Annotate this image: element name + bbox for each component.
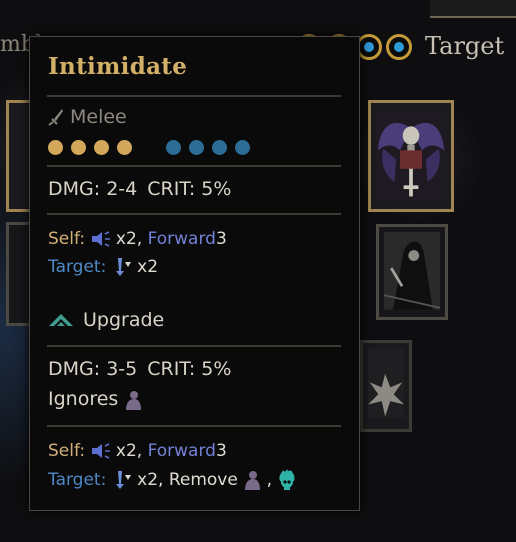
upgrade-chevron-icon	[49, 314, 73, 326]
base-target-effect: Target: x2	[48, 257, 158, 277]
background-banner	[430, 0, 516, 18]
upgraded-crit: CRIT: 5%	[147, 358, 232, 380]
ignores-label: Ignores	[48, 388, 119, 410]
divider	[47, 425, 341, 427]
debuff-arrow-icon	[115, 471, 131, 489]
base-dmg: DMG: 2-4	[48, 178, 138, 200]
divider	[47, 165, 341, 167]
skill-portrait[interactable]	[376, 224, 448, 320]
effect-separator: ,	[266, 470, 273, 490]
stealth-shout-icon	[91, 231, 110, 247]
upgraded-dmg: DMG: 3-5	[48, 358, 138, 380]
upgraded-self-effect: Self: x2, Forward3	[48, 441, 227, 461]
divider	[47, 95, 341, 97]
dagger-icon	[48, 109, 63, 126]
target-debuff-amount: x2	[137, 257, 159, 277]
target-effect-label: Target:	[48, 257, 107, 277]
skull-flame-icon	[279, 469, 295, 490]
rank-position-dot	[117, 140, 132, 155]
self-forward-label: Forward	[147, 229, 216, 249]
upgraded-target-effect: Target: x2, Remove ,	[48, 469, 297, 491]
target-position-dot	[189, 140, 204, 155]
upgraded-stats: DMG: 3-5 CRIT: 5%	[48, 358, 231, 380]
rank-position-dot	[94, 140, 109, 155]
debuff-arrow-icon	[115, 258, 131, 276]
base-stats: DMG: 2-4 CRIT: 5%	[48, 178, 231, 200]
self-stealth-amount: x2,	[115, 229, 143, 249]
target-position-dot	[166, 140, 181, 155]
guard-figure-icon	[245, 471, 261, 490]
target-position-ring-4[interactable]	[386, 34, 412, 60]
upgraded-ignores: Ignores	[48, 388, 142, 410]
skill-portrait[interactable]	[360, 340, 412, 432]
divider	[47, 213, 341, 215]
target-position-dot	[212, 140, 227, 155]
divider	[47, 345, 341, 347]
skill-tooltip: Intimidate Melee DMG: 2-4 CRIT: 5% Self: …	[29, 36, 360, 511]
impact-burst-icon	[368, 348, 404, 419]
base-crit: CRIT: 5%	[147, 178, 232, 200]
self-label: Self:	[48, 441, 86, 461]
skill-type-row: Melee	[48, 106, 127, 128]
skill-title: Intimidate	[48, 53, 188, 80]
target-effect-label: Target:	[48, 470, 107, 490]
self-label: Self:	[48, 229, 86, 249]
stealth-shout-icon	[91, 443, 110, 459]
upgrade-label: Upgrade	[83, 309, 165, 331]
rank-position-dot	[71, 140, 86, 155]
skill-portrait-selected[interactable]	[368, 100, 454, 212]
hooded-figure-icon	[384, 232, 440, 310]
winged-skeleton-icon	[376, 108, 446, 202]
self-stealth-amount: x2,	[115, 441, 143, 461]
guard-figure-icon	[126, 390, 142, 410]
rank-position-dot	[48, 140, 63, 155]
target-label: Target	[425, 32, 505, 60]
base-self-effect: Self: x2, Forward3	[48, 229, 227, 249]
position-indicator	[48, 140, 258, 155]
self-forward-amount: 3	[215, 441, 227, 461]
target-position-dot	[235, 140, 250, 155]
upgrade-header: Upgrade	[48, 309, 164, 331]
self-forward-label: Forward	[147, 441, 216, 461]
skill-type-label: Melee	[70, 106, 127, 128]
self-forward-amount: 3	[215, 229, 227, 249]
target-debuff-amount: x2, Remove	[137, 470, 238, 490]
